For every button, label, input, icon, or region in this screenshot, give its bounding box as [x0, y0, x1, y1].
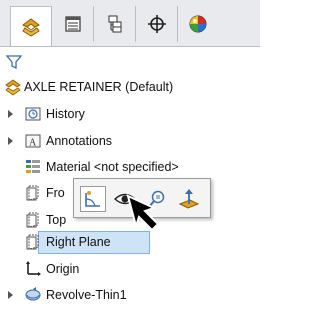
- sketch-button[interactable]: [80, 186, 106, 212]
- tab-divider: [0, 46, 260, 47]
- plane-icon: [26, 234, 39, 250]
- filter-button[interactable]: [5, 54, 23, 70]
- featuremanager-icon: [22, 18, 40, 37]
- tree-item-label: Annotations: [46, 134, 113, 148]
- expand-arrow-icon[interactable]: [8, 291, 13, 299]
- svg-text:A: A: [29, 138, 37, 149]
- tab-featuremanager[interactable]: [10, 6, 52, 47]
- tab-configurationmanager[interactable]: [94, 6, 136, 42]
- part-name: AXLE RETAINER (Default): [24, 80, 174, 94]
- plane-icon: [26, 185, 39, 201]
- material-icon: [26, 160, 40, 173]
- part-icon: [5, 79, 21, 96]
- history-icon: [25, 107, 41, 121]
- plane-icon: [26, 212, 39, 228]
- tree-item-material[interactable]: Material <not specified>: [0, 157, 260, 177]
- tab-dimxpertmanager[interactable]: [136, 6, 178, 42]
- tree-item-label: Revolve-Thin1: [46, 288, 127, 302]
- configurationmanager-icon: [108, 15, 121, 33]
- normal-to-icon: [178, 189, 200, 209]
- mouse-cursor-icon: [126, 194, 160, 232]
- tree-root[interactable]: AXLE RETAINER (Default): [0, 77, 260, 97]
- tree-item-annotations[interactable]: A Annotations: [0, 131, 260, 151]
- annotations-icon: A: [25, 134, 41, 149]
- propertymanager-icon: [64, 16, 81, 32]
- tab-propertymanager[interactable]: [52, 6, 94, 42]
- filter-icon: [5, 55, 23, 70]
- tab-displaymanager[interactable]: [178, 6, 218, 42]
- displaymanager-icon: [189, 15, 207, 33]
- tree-item-label: Origin: [46, 262, 80, 276]
- tree-item-history[interactable]: History: [0, 104, 260, 124]
- tree-item-revolve-thin1[interactable]: Revolve-Thin1: [0, 285, 260, 305]
- manager-tab-strip: [0, 0, 260, 47]
- tree-item-label: Top: [46, 213, 67, 227]
- expand-arrow-icon[interactable]: [8, 137, 13, 145]
- origin-icon: [26, 261, 41, 276]
- tree-item-label: History: [46, 107, 85, 121]
- revolve-icon: [25, 287, 41, 301]
- normal-to-button[interactable]: [176, 186, 202, 212]
- tree-item-origin[interactable]: Origin: [0, 259, 260, 279]
- expand-arrow-icon[interactable]: [8, 110, 13, 118]
- tree-item-label: Right Plane: [46, 235, 111, 249]
- tree-item-label: Material <not specified>: [46, 160, 179, 174]
- sketch-icon: [85, 191, 100, 207]
- tree-item-label: Fro: [46, 186, 65, 200]
- dimxpertmanager-icon: [147, 15, 166, 33]
